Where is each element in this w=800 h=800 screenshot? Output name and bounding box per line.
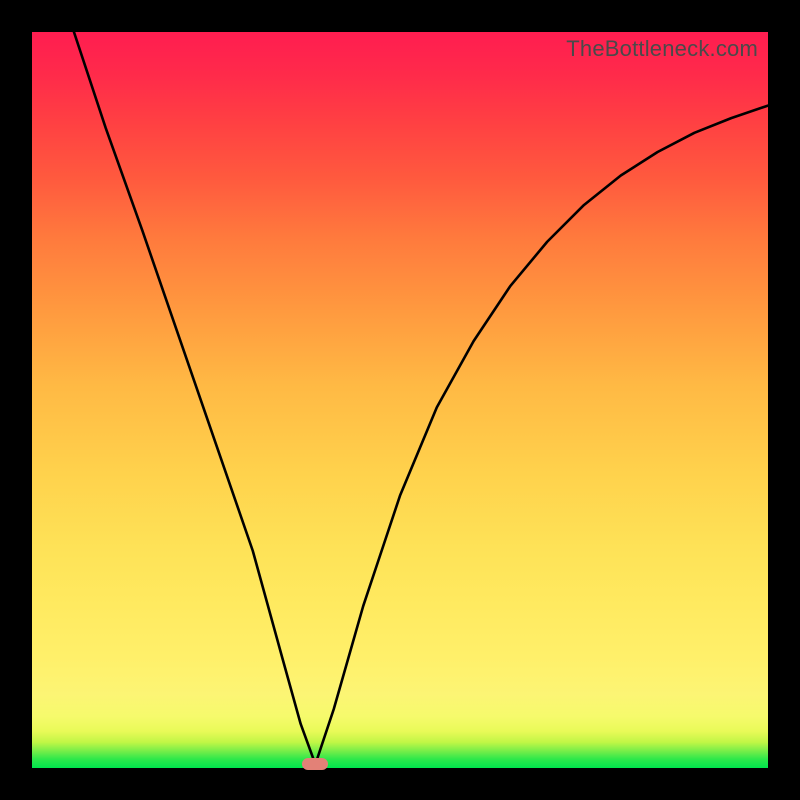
chart-frame: TheBottleneck.com [0,0,800,800]
bottleneck-curve [32,32,768,768]
chart-plot-area: TheBottleneck.com [32,32,768,768]
optimum-marker [302,758,328,770]
